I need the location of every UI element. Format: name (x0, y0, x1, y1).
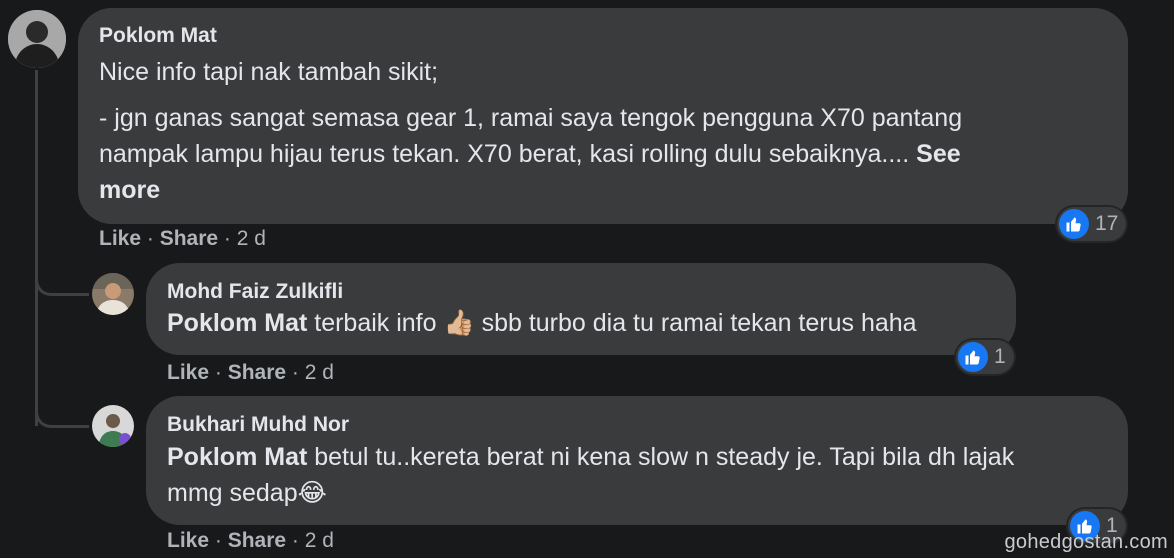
comment-text-line: Nice info tapi nak tambah sikit; (99, 58, 439, 86)
person-photo-icon (92, 273, 134, 315)
thumbs-up-emoji: 👍🏼 (443, 309, 475, 337)
reaction-summary[interactable]: 1 (956, 340, 1014, 374)
reply-text-segment: sbb turbo dia tu ramai tekan terus haha (474, 309, 917, 337)
separator: · (286, 361, 305, 384)
separator: · (286, 529, 305, 552)
watermark: gohedgostan.com (1004, 531, 1168, 553)
reply-actions: Like · Share · 2 d (167, 361, 334, 385)
reply-author[interactable]: Bukhari Muhd Nor (167, 413, 349, 437)
person-photo-icon (92, 405, 134, 447)
reply-text-segment: betul tu..kereta berat ni kena slow n st… (307, 443, 1015, 471)
avatar-poklom-mat[interactable] (8, 10, 66, 68)
thread-connector-reply-2 (35, 398, 89, 428)
reply-text: Poklom Mat terbaik info 👍🏼 sbb turbo dia… (167, 305, 917, 341)
reply-bubble: Bukhari Muhd Nor Poklom Mat betul tu..ke… (146, 396, 1128, 525)
comment-text: nampak lampu hijau terus tekan. X70 bera… (99, 140, 917, 168)
thread-line (35, 70, 38, 426)
timestamp[interactable]: 2 d (305, 529, 334, 552)
person-silhouette-icon (8, 10, 66, 68)
like-button[interactable]: Like (99, 227, 141, 250)
comment-text-line: - jgn ganas sangat semasa gear 1, ramai … (99, 104, 963, 132)
reply-text-line: mmg sedap😂 (167, 475, 327, 511)
laughing-emoji: 😂 (297, 479, 327, 507)
reply-text-segment: mmg sedap (167, 479, 298, 507)
like-button[interactable]: Like (167, 529, 209, 552)
comment-text-line: nampak lampu hijau terus tekan. X70 bera… (99, 136, 961, 172)
avatar-bukhari-muhd-nor[interactable] (92, 405, 134, 447)
reply-text-segment: terbaik info (307, 309, 444, 337)
mention-link[interactable]: Poklom Mat (167, 309, 307, 337)
see-more-link[interactable]: more (99, 172, 160, 208)
timestamp[interactable]: 2 d (237, 227, 266, 250)
reaction-count: 17 (1095, 212, 1119, 235)
reply-author[interactable]: Mohd Faiz Zulkifli (167, 280, 343, 304)
comment-bubble: Poklom Mat Nice info tapi nak tambah sik… (78, 8, 1128, 224)
thumbs-up-icon (958, 342, 988, 372)
separator: · (209, 361, 228, 384)
timestamp[interactable]: 2 d (305, 361, 334, 384)
reaction-count: 1 (994, 345, 1006, 368)
reply-actions: Like · Share · 2 d (167, 529, 334, 553)
mention-link[interactable]: Poklom Mat (167, 443, 307, 471)
like-button[interactable]: Like (167, 361, 209, 384)
avatar-mohd-faiz-zulkifli[interactable] (92, 273, 134, 315)
see-more-link[interactable]: See (916, 140, 960, 168)
comment-author[interactable]: Poklom Mat (99, 24, 217, 48)
comment-actions: Like · Share · 2 d (99, 227, 266, 251)
reply-bubble: Mohd Faiz Zulkifli Poklom Mat terbaik in… (146, 263, 1016, 355)
thumbs-up-icon (1059, 209, 1089, 239)
share-button[interactable]: Share (160, 227, 218, 250)
comment-thread: Poklom Mat Nice info tapi nak tambah sik… (0, 0, 1174, 558)
share-button[interactable]: Share (228, 361, 286, 384)
separator: · (218, 227, 237, 250)
separator: · (141, 227, 160, 250)
thread-connector-reply-1 (35, 266, 89, 296)
reply-text-line: Poklom Mat betul tu..kereta berat ni ken… (167, 439, 1014, 475)
separator: · (209, 529, 228, 552)
reaction-summary[interactable]: 17 (1057, 207, 1127, 241)
share-button[interactable]: Share (228, 529, 286, 552)
